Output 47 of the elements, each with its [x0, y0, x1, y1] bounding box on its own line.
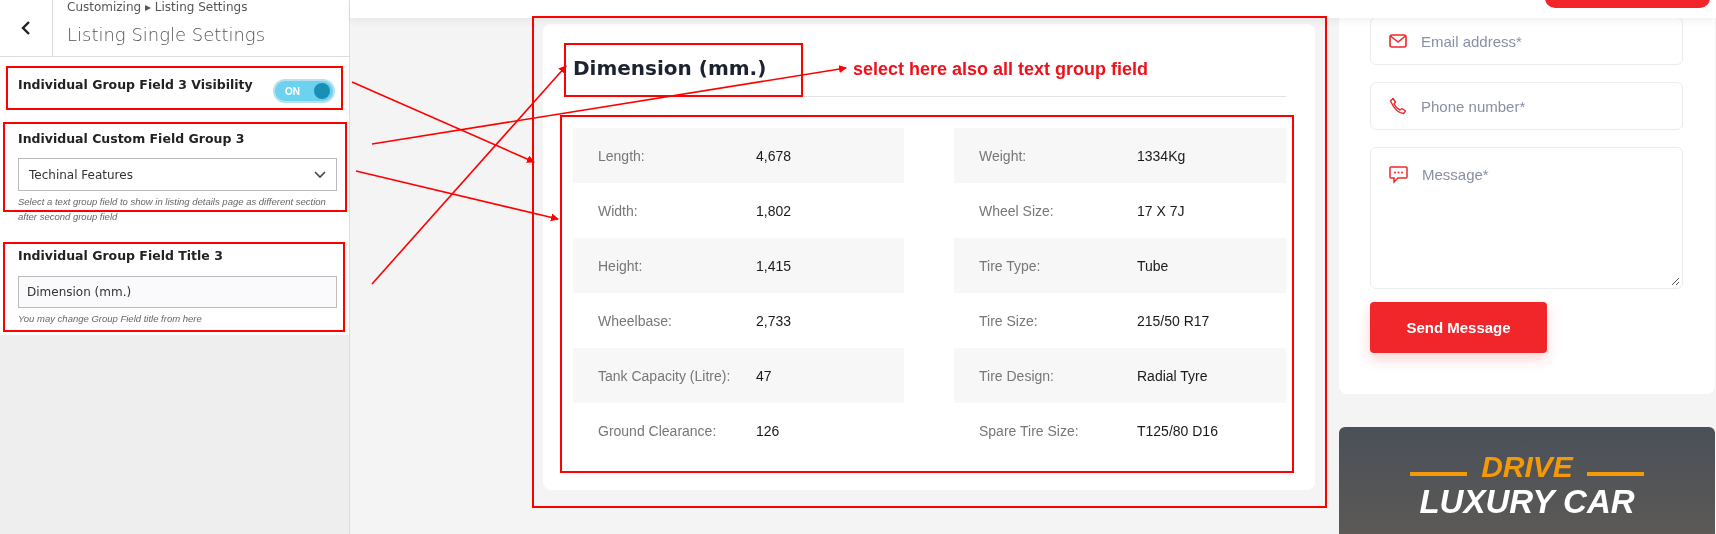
spec-label: Spare Tire Size: — [978, 422, 1080, 439]
spec-value: 126 — [756, 422, 780, 439]
control-label: Individual Custom Field Group 3 — [18, 131, 246, 146]
spec-value: 1,802 — [756, 202, 792, 219]
spec-value: 17 X 7J — [1137, 202, 1185, 219]
spec-value: T125/80 D16 — [1137, 422, 1218, 439]
spec-value: 4,678 — [756, 147, 792, 164]
phone-icon — [1389, 97, 1407, 115]
spec-label: Length: — [597, 147, 646, 164]
field-description: Select a text group field to show in listing details page as different section after second group field — [18, 195, 327, 224]
spec-label: Ground Clearance: — [597, 422, 718, 439]
chevron-left-icon — [21, 20, 31, 36]
section-title: Dimension (mm.) — [573, 55, 767, 82]
panel-title: Listing Single Settings — [67, 24, 266, 45]
spec-label: Width: — [597, 202, 639, 219]
chevron-down-icon — [314, 170, 326, 179]
phone-field[interactable]: Phone number* — [1370, 82, 1683, 130]
group-select[interactable]: Techinal Features — [18, 158, 337, 191]
spec-label: Tire Design: — [978, 367, 1055, 384]
spec-label: Tire Size: — [978, 312, 1039, 329]
visibility-toggle[interactable]: ON — [273, 79, 335, 103]
spec-label: Tire Type: — [978, 257, 1042, 274]
field-description: You may change Group Field title from here — [18, 312, 203, 326]
chat-bubble-icon — [1389, 166, 1408, 184]
envelope-icon — [1389, 34, 1407, 48]
spec-value: 2,733 — [756, 312, 792, 329]
spec-value: 215/50 R17 — [1137, 312, 1210, 329]
spec-value: 1334Kg — [1137, 147, 1186, 164]
spec-value: 1,415 — [756, 257, 792, 274]
spec-label: Tank Capacity (Litre): — [597, 367, 732, 384]
spec-label: Wheelbase: — [597, 312, 673, 329]
spec-label: Wheel Size: — [978, 202, 1055, 219]
message-field[interactable]: Message* — [1370, 147, 1683, 289]
spec-value: Radial Tyre — [1137, 367, 1208, 384]
spec-value: Tube — [1137, 257, 1169, 274]
title-input[interactable]: Dimension (mm.) — [18, 276, 337, 308]
control-label: Individual Group Field Title 3 — [18, 248, 224, 263]
breadcrumb: Customizing ▸ Listing Settings — [67, 0, 249, 14]
annotation-note: select here also all text group field — [853, 59, 1149, 80]
banner-heading: DRIVE — [1481, 452, 1573, 482]
spec-label: Height: — [597, 257, 644, 274]
banner-subheading: LUXURY CAR — [1419, 484, 1635, 520]
spec-value: 47 — [756, 367, 772, 384]
control-label: Individual Group Field 3 Visibility — [18, 77, 253, 92]
send-message-button[interactable]: Send Message — [1370, 302, 1547, 353]
spec-label: Weight: — [978, 147, 1028, 164]
resize-grip-icon[interactable] — [1671, 277, 1680, 286]
